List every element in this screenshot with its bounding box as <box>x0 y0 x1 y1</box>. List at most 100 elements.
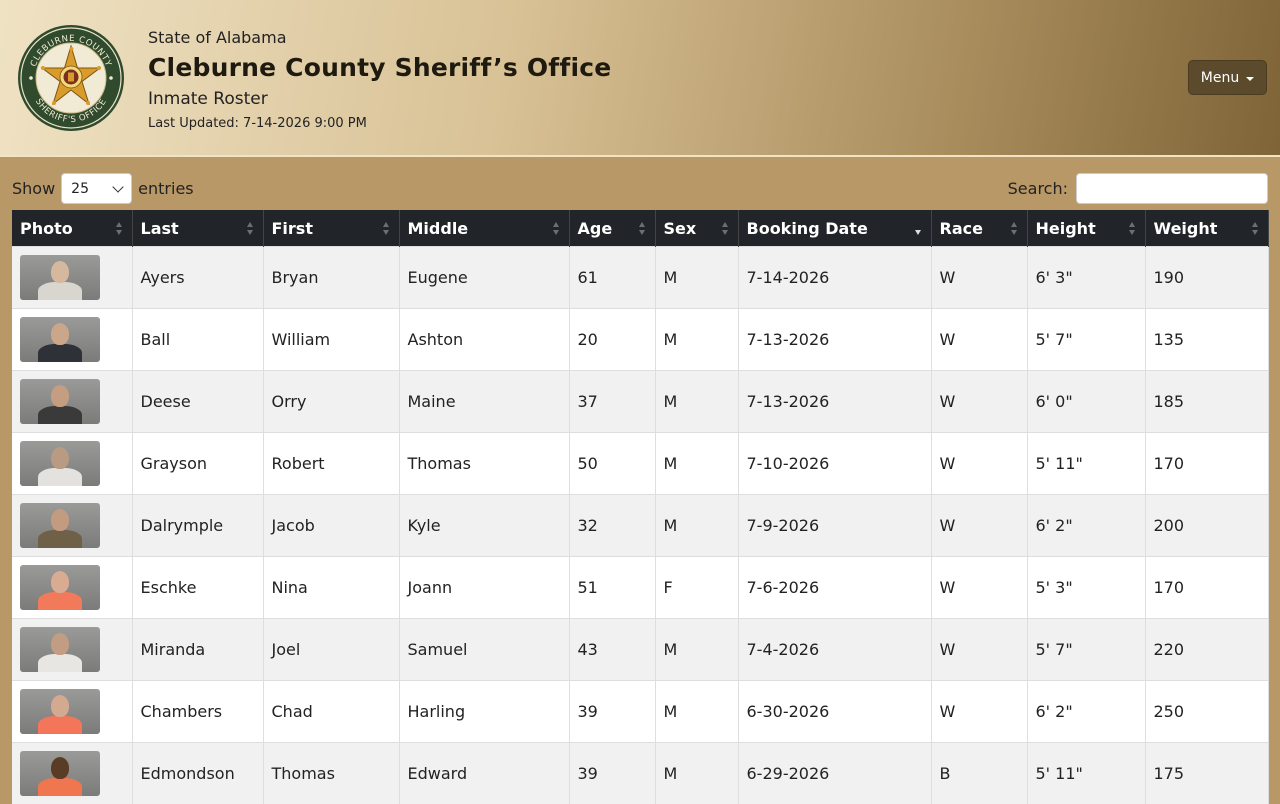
column-header-label: Last <box>141 219 179 238</box>
column-header-age[interactable]: Age <box>569 210 655 247</box>
entries-label: entries <box>138 179 193 198</box>
mugshot-head <box>51 757 69 779</box>
photo-cell <box>12 681 132 743</box>
cell-first: William <box>263 309 399 371</box>
cell-sex: M <box>655 433 738 495</box>
cell-height: 6' 3" <box>1027 247 1145 309</box>
cell-last: Deese <box>132 371 263 433</box>
mugshot-photo[interactable] <box>20 565 100 610</box>
cell-race: W <box>931 557 1027 619</box>
table-row[interactable]: EschkeNinaJoann51F7-6-2026W5' 3"170 <box>12 557 1268 619</box>
cell-age: 61 <box>569 247 655 309</box>
cell-middle: Eugene <box>399 247 569 309</box>
chevron-down-icon <box>113 181 124 192</box>
show-label: Show <box>12 179 55 198</box>
cell-weight: 135 <box>1145 309 1268 371</box>
column-header-booking-date[interactable]: Booking Date <box>738 210 931 247</box>
cell-first: Nina <box>263 557 399 619</box>
cell-height: 5' 11" <box>1027 743 1145 804</box>
mugshot-photo[interactable] <box>20 255 100 300</box>
column-header-photo[interactable]: Photo <box>12 210 132 247</box>
cell-age: 32 <box>569 495 655 557</box>
cell-weight: 170 <box>1145 433 1268 495</box>
cell-last: Ayers <box>132 247 263 309</box>
column-header-label: Age <box>578 219 613 238</box>
cell-last: Eschke <box>132 557 263 619</box>
entries-select[interactable]: 25 <box>61 173 132 204</box>
cell-weight: 175 <box>1145 743 1268 804</box>
column-header-sex[interactable]: Sex <box>655 210 738 247</box>
menu-button-label: Menu <box>1201 70 1239 86</box>
column-header-height[interactable]: Height <box>1027 210 1145 247</box>
cell-first: Jacob <box>263 495 399 557</box>
mugshot-photo[interactable] <box>20 689 100 734</box>
photo-cell <box>12 433 132 495</box>
sort-icon <box>553 222 559 236</box>
mugshot-body <box>38 282 82 300</box>
table-row[interactable]: AyersBryanEugene61M7-14-2026W6' 3"190 <box>12 247 1268 309</box>
cell-age: 39 <box>569 681 655 743</box>
column-header-last[interactable]: Last <box>132 210 263 247</box>
column-header-race[interactable]: Race <box>931 210 1027 247</box>
cell-middle: Harling <box>399 681 569 743</box>
cell-booking: 7-9-2026 <box>738 495 931 557</box>
table-row[interactable]: GraysonRobertThomas50M7-10-2026W5' 11"17… <box>12 433 1268 495</box>
mugshot-photo[interactable] <box>20 627 100 672</box>
cell-age: 43 <box>569 619 655 681</box>
sort-icon <box>722 222 728 236</box>
sheriff-seal-logo: CLEBURNE COUNTY SHERIFF'S OFFICE <box>17 24 125 132</box>
table-row[interactable]: EdmondsonThomasEdward39M6-29-2026B5' 11"… <box>12 743 1268 804</box>
caret-down-icon <box>1246 77 1254 81</box>
table-row[interactable]: MirandaJoelSamuel43M7-4-2026W5' 7"220 <box>12 619 1268 681</box>
cell-sex: M <box>655 247 738 309</box>
column-header-label: Photo <box>20 219 73 238</box>
cell-first: Bryan <box>263 247 399 309</box>
table-body: AyersBryanEugene61M7-14-2026W6' 3"190Bal… <box>12 247 1268 804</box>
photo-cell <box>12 495 132 557</box>
cell-sex: M <box>655 309 738 371</box>
last-updated-text: Last Updated: 7-14-2026 9:00 PM <box>148 116 611 132</box>
mugshot-head <box>51 509 69 531</box>
column-header-first[interactable]: First <box>263 210 399 247</box>
mugshot-photo[interactable] <box>20 317 100 362</box>
entries-length-control: Show 25 entries <box>12 173 194 204</box>
cell-sex: M <box>655 681 738 743</box>
cell-booking: 7-10-2026 <box>738 433 931 495</box>
menu-button[interactable]: Menu <box>1188 60 1267 95</box>
column-header-weight[interactable]: Weight <box>1145 210 1268 247</box>
cell-first: Joel <box>263 619 399 681</box>
table-row[interactable]: ChambersChadHarling39M6-30-2026W6' 2"250 <box>12 681 1268 743</box>
cell-race: B <box>931 743 1027 804</box>
inmate-roster-table: Photo Last First Middle Age Sex Booking Date Ra… <box>12 210 1269 804</box>
table-row[interactable]: BallWilliamAshton20M7-13-2026W5' 7"135 <box>12 309 1268 371</box>
cell-race: W <box>931 309 1027 371</box>
cell-first: Thomas <box>263 743 399 804</box>
table-row[interactable]: DalrympleJacobKyle32M7-9-2026W6' 2"200 <box>12 495 1268 557</box>
column-header-label: Booking Date <box>747 219 868 238</box>
cell-height: 5' 7" <box>1027 309 1145 371</box>
cell-height: 5' 7" <box>1027 619 1145 681</box>
cell-first: Robert <box>263 433 399 495</box>
sort-descending-icon <box>915 222 921 236</box>
mugshot-head <box>51 633 69 655</box>
sort-icon <box>1252 222 1258 236</box>
sort-icon <box>1129 222 1135 236</box>
cell-middle: Joann <box>399 557 569 619</box>
column-header-middle[interactable]: Middle <box>399 210 569 247</box>
cell-middle: Kyle <box>399 495 569 557</box>
table-row[interactable]: DeeseOrryMaine37M7-13-2026W6' 0"185 <box>12 371 1268 433</box>
mugshot-photo[interactable] <box>20 441 100 486</box>
cell-height: 6' 2" <box>1027 495 1145 557</box>
cell-race: W <box>931 495 1027 557</box>
cell-middle: Edward <box>399 743 569 804</box>
cell-first: Chad <box>263 681 399 743</box>
search-input[interactable] <box>1076 173 1268 204</box>
cell-booking: 7-4-2026 <box>738 619 931 681</box>
mugshot-photo[interactable] <box>20 379 100 424</box>
cell-sex: M <box>655 619 738 681</box>
mugshot-photo[interactable] <box>20 503 100 548</box>
page-title: Cleburne County Sheriff’s Office <box>148 53 611 83</box>
cell-weight: 250 <box>1145 681 1268 743</box>
mugshot-photo[interactable] <box>20 751 100 796</box>
column-header-label: First <box>272 219 313 238</box>
